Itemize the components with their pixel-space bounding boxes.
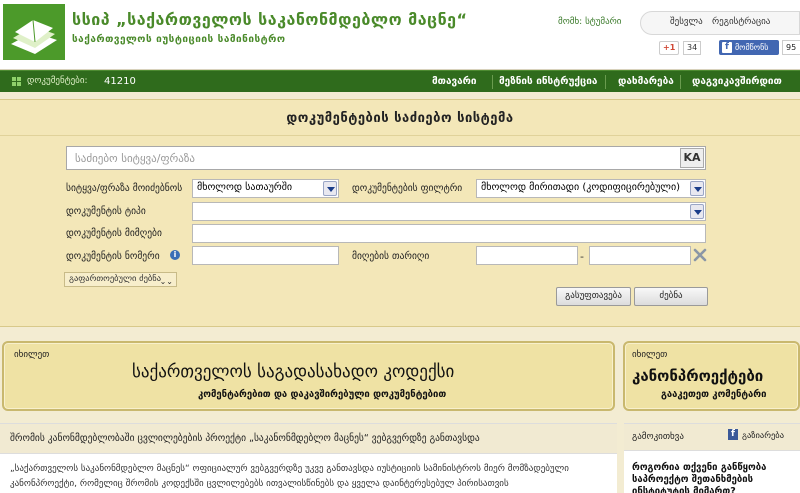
doc-number-input[interactable] (192, 246, 339, 265)
doc-issuer-input[interactable] (192, 224, 706, 243)
google-plus-button[interactable]: +1 (659, 41, 680, 55)
site-header: სსიპ „საქართველოს საკანონმდებლო მაცნე“ ს… (0, 0, 800, 70)
doc-issuer-label: დოკუმენტის მიმღები (66, 228, 162, 239)
nav-separator (492, 75, 493, 89)
nav-separator (605, 75, 606, 89)
facebook-icon[interactable]: f (728, 429, 738, 440)
chevron-down-icon (690, 204, 704, 219)
article-header: შრომის კანონმდებლობაში ცვლილებების პროექ… (0, 424, 617, 454)
keyword-placeholder: საძიებო სიტყვა/ფრაზა (75, 152, 195, 165)
date-to-input[interactable] (589, 246, 691, 265)
google-plus-count: 34 (683, 41, 702, 55)
facebook-like-button[interactable]: f მომწონს (719, 40, 779, 55)
doc-filter-label: დოკუმენტების ფილტრი (352, 183, 463, 194)
doc-filter-value: მხოლოდ მირითადი (კოდიფიცირებული) (481, 182, 681, 193)
facebook-icon: f (722, 42, 732, 53)
word-search-label: სიტყვა/ფრაზა მოიძებნოს (66, 183, 183, 194)
article-title[interactable]: შრომის კანონმდებლობაში ცვლილებების პროექ… (10, 433, 480, 444)
register-link[interactable]: რეგისტრაცია (712, 17, 770, 27)
site-logo-icon[interactable] (3, 4, 65, 60)
documents-icon (12, 77, 21, 86)
poll-label: გამოკითხვა (632, 432, 684, 442)
search-button[interactable]: ძებნა (634, 287, 708, 306)
draft-laws-banner-subtitle: გააკეთეთ კომენტარი (661, 389, 767, 400)
doc-number-label: დოკუმენტის ნომერი (66, 251, 160, 262)
news-article: შრომის კანონმდებლობაში ცვლილებების პროექ… (0, 423, 617, 493)
word-search-value: მხოლოდ სათაურში (197, 182, 293, 193)
nav-item-instructions[interactable]: მეზნის ინსტრუქცია (499, 76, 597, 87)
keyboard-layout-button[interactable]: KA (680, 148, 704, 168)
tax-code-banner-title: საქართველოს საგადასახადო კოდექსი (132, 362, 455, 382)
date-from-input[interactable] (476, 246, 578, 265)
login-link[interactable]: შესვლა (670, 17, 703, 27)
nav-separator (680, 75, 681, 89)
keyword-search-input[interactable]: საძიებო სიტყვა/ფრაზა (66, 146, 706, 170)
double-chevron-down-icon: ⌄⌄ (159, 277, 173, 286)
search-title: დოკუმენტების საძიებო სისტემა (286, 111, 514, 126)
poll-question: როგორია თქვენი განწყობა საპროექტო შეთანხ… (632, 462, 767, 493)
adoption-date-label: მიღების თარიღი (352, 251, 430, 262)
chevron-down-icon (323, 181, 337, 196)
facebook-share-label[interactable]: გაზიარება (742, 431, 784, 441)
doc-type-select[interactable] (192, 202, 706, 221)
clear-button[interactable]: გასუფთავება (556, 287, 631, 306)
info-icon[interactable]: i (170, 250, 180, 260)
article-body: „საქართველოს საკანონმდებლო მაცნეს“ ოფიცი… (10, 464, 569, 489)
user-label: მომხ: სტუმარი (558, 17, 622, 27)
advanced-search-toggle[interactable]: გაფართოებული ძებნა ⌄⌄ (64, 272, 177, 287)
nav-item-home[interactable]: მთავარი (432, 76, 477, 87)
draft-laws-banner-title: კანონპროექტები (632, 367, 764, 385)
site-title[interactable]: სსიპ „საქართველოს საკანონმდებლო მაცნე“ (72, 10, 468, 29)
facebook-like-label: მომწონს (735, 43, 769, 52)
clear-date-icon[interactable] (693, 248, 707, 262)
tax-code-banner-subtitle: კომენტარებით და დაკავშირებული დოკუმენტებ… (198, 389, 447, 400)
site-subtitle: საქართველოს იუსტიციის სამინისტრო (72, 34, 286, 45)
tax-code-banner-eyebrow: იხილეთ (14, 350, 50, 360)
divider (0, 135, 800, 136)
advanced-search-label: გაფართოებული ძებნა (69, 274, 162, 284)
nav-item-contact[interactable]: დაგვიკავშირდით (692, 76, 782, 87)
draft-laws-banner-eyebrow: იხილეთ (632, 350, 668, 360)
date-separator: - (580, 250, 584, 263)
chevron-down-icon (690, 181, 704, 196)
nav-item-help[interactable]: დახმარება (618, 76, 674, 87)
main-navbar: დოკუმენტები: 41210 მთავარი მეზნის ინსტრუ… (0, 70, 800, 92)
facebook-like-count: 95 (782, 40, 800, 55)
document-count-value: 41210 (104, 76, 136, 87)
word-search-select[interactable]: მხოლოდ სათაურში (192, 179, 339, 198)
doc-filter-select[interactable]: მხოლოდ მირითადი (კოდიფიცირებული) (476, 179, 706, 198)
doc-type-label: დოკუმენტის ტიპი (66, 206, 146, 217)
document-count-label: დოკუმენტები: (27, 76, 88, 86)
